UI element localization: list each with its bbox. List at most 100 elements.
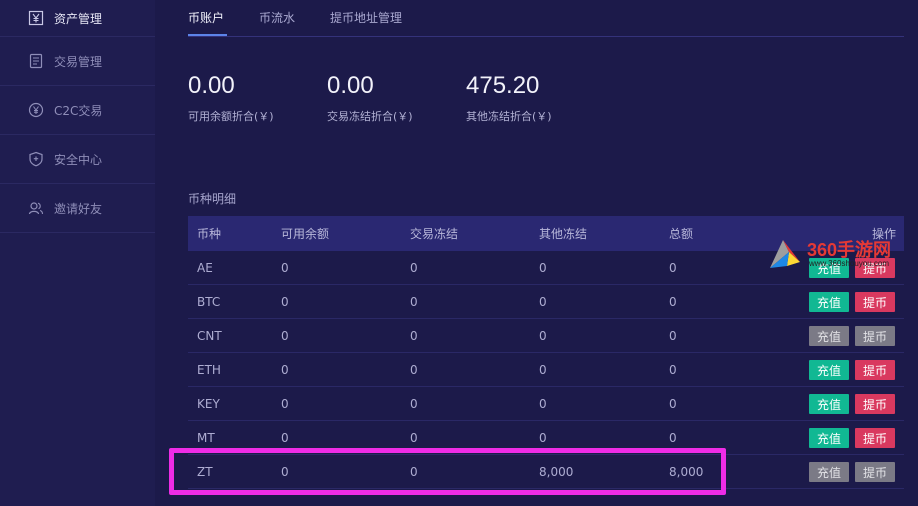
coin-cell: AE	[197, 260, 213, 275]
row-actions: 充值 提币	[809, 326, 895, 346]
tab-coin-flow[interactable]: 币流水	[259, 9, 295, 26]
sidebar-item-label: 安全中心	[54, 152, 103, 167]
coin-cell: MT	[197, 430, 215, 445]
stat-label: 可用余额折合(￥)	[188, 110, 274, 123]
withdraw-button[interactable]: 提币	[855, 326, 895, 346]
withdraw-button[interactable]: 提币	[855, 258, 895, 278]
stat-other-frozen: 475.20 其他冻结折合(￥)	[466, 70, 552, 124]
table-row: ZT 0 0 8,000 8,000 充值 提币	[188, 455, 904, 489]
table-header: 币种 可用余额 交易冻结 其他冻结 总额 操作	[188, 216, 904, 251]
deposit-button[interactable]: 充值	[809, 428, 849, 448]
trade-frozen-cell: 0	[410, 464, 418, 479]
trade-frozen-cell: 0	[410, 328, 418, 343]
coin-cell: CNT	[197, 328, 222, 343]
deposit-button[interactable]: 充值	[809, 258, 849, 278]
sidebar-item-label: 邀请好友	[54, 201, 103, 216]
sidebar-item-trading[interactable]: 交易管理	[0, 37, 155, 86]
deposit-button[interactable]: 充值	[809, 394, 849, 414]
deposit-button[interactable]: 充值	[809, 292, 849, 312]
available-cell: 0	[281, 328, 289, 343]
total-cell: 8,000	[669, 464, 704, 479]
total-cell: 0	[669, 260, 677, 275]
sidebar-item-assets[interactable]: 资产管理	[0, 0, 155, 37]
main-content: 币账户 币流水 提币地址管理 0.00 可用余额折合(￥) 0.00 交易冻结折…	[188, 0, 904, 506]
column-header: 其他冻结	[539, 227, 588, 241]
withdraw-button[interactable]: 提币	[855, 462, 895, 482]
row-actions: 充值 提币	[809, 258, 895, 278]
sidebar-item-label: 资产管理	[54, 11, 103, 26]
row-actions: 充值 提币	[809, 462, 895, 482]
coin-table: 币种 可用余额 交易冻结 其他冻结 总额 操作 AE 0 0 0 0 充值 提币 BTC 0 0 0…	[188, 216, 904, 489]
table-row: BTC 0 0 0 0 充值 提币	[188, 285, 904, 319]
withdraw-button[interactable]: 提币	[855, 360, 895, 380]
sidebar: 资产管理 交易管理 C2C交易 安全中心 邀请好友	[0, 0, 155, 506]
document-icon	[28, 53, 44, 69]
other-frozen-cell: 0	[539, 362, 547, 377]
table-row: ETH 0 0 0 0 充值 提币	[188, 353, 904, 387]
balance-summary: 0.00 可用余额折合(￥) 0.00 交易冻结折合(￥) 475.20 其他冻…	[188, 70, 904, 130]
users-icon	[28, 200, 44, 216]
stat-value: 0.00	[327, 72, 374, 99]
row-actions: 充值 提币	[809, 360, 895, 380]
deposit-button[interactable]: 充值	[809, 462, 849, 482]
available-cell: 0	[281, 294, 289, 309]
table-row: MT 0 0 0 0 充值 提币	[188, 421, 904, 455]
deposit-button[interactable]: 充值	[809, 360, 849, 380]
stat-available: 0.00 可用余额折合(￥)	[188, 70, 274, 124]
coin-cell: ETH	[197, 362, 221, 377]
tab-bar: 币账户 币流水 提币地址管理	[188, 0, 904, 37]
stat-label: 其他冻结折合(￥)	[466, 110, 552, 123]
withdraw-button[interactable]: 提币	[855, 428, 895, 448]
total-cell: 0	[669, 362, 677, 377]
available-cell: 0	[281, 464, 289, 479]
available-cell: 0	[281, 396, 289, 411]
trade-frozen-cell: 0	[410, 294, 418, 309]
tab-withdraw-address[interactable]: 提币地址管理	[330, 9, 402, 26]
trade-frozen-cell: 0	[410, 362, 418, 377]
row-actions: 充值 提币	[809, 428, 895, 448]
column-header: 总额	[669, 227, 694, 241]
column-header: 交易冻结	[410, 227, 459, 241]
other-frozen-cell: 0	[539, 294, 547, 309]
section-title: 币种明细	[188, 192, 237, 206]
trade-frozen-cell: 0	[410, 396, 418, 411]
yen-circle-icon	[28, 102, 44, 118]
total-cell: 0	[669, 294, 677, 309]
withdraw-button[interactable]: 提币	[855, 292, 895, 312]
total-cell: 0	[669, 430, 677, 445]
column-header: 操作	[871, 227, 896, 241]
column-header: 可用余额	[281, 227, 330, 241]
row-actions: 充值 提币	[809, 394, 895, 414]
table-row: KEY 0 0 0 0 充值 提币	[188, 387, 904, 421]
stat-value: 475.20	[466, 72, 540, 99]
row-actions: 充值 提币	[809, 292, 895, 312]
shield-icon	[28, 151, 44, 167]
stat-trade-frozen: 0.00 交易冻结折合(￥)	[327, 70, 413, 124]
available-cell: 0	[281, 430, 289, 445]
sidebar-item-label: C2C交易	[54, 103, 103, 118]
total-cell: 0	[669, 396, 677, 411]
yen-box-icon	[28, 10, 44, 26]
coin-cell: ZT	[197, 464, 213, 479]
trade-frozen-cell: 0	[410, 430, 418, 445]
coin-cell: BTC	[197, 294, 221, 309]
other-frozen-cell: 0	[539, 260, 547, 275]
trade-frozen-cell: 0	[410, 260, 418, 275]
table-body: AE 0 0 0 0 充值 提币 BTC 0 0 0 0 充值 提币 CNT 0 0 0 0 充值 提币 ETH 0 0 0 0 充…	[188, 251, 904, 489]
stat-label: 交易冻结折合(￥)	[327, 110, 413, 123]
available-cell: 0	[281, 260, 289, 275]
total-cell: 0	[669, 328, 677, 343]
other-frozen-cell: 8,000	[539, 464, 574, 479]
table-row: AE 0 0 0 0 充值 提币	[188, 251, 904, 285]
stat-value: 0.00	[188, 72, 235, 99]
deposit-button[interactable]: 充值	[809, 326, 849, 346]
coin-cell: KEY	[197, 396, 220, 411]
sidebar-item-security[interactable]: 安全中心	[0, 135, 155, 184]
available-cell: 0	[281, 362, 289, 377]
table-row: CNT 0 0 0 0 充值 提币	[188, 319, 904, 353]
sidebar-item-c2c[interactable]: C2C交易	[0, 86, 155, 135]
tab-coin-account[interactable]: 币账户	[188, 9, 224, 26]
sidebar-item-invite[interactable]: 邀请好友	[0, 184, 155, 233]
active-tab-indicator	[188, 34, 227, 36]
withdraw-button[interactable]: 提币	[855, 394, 895, 414]
